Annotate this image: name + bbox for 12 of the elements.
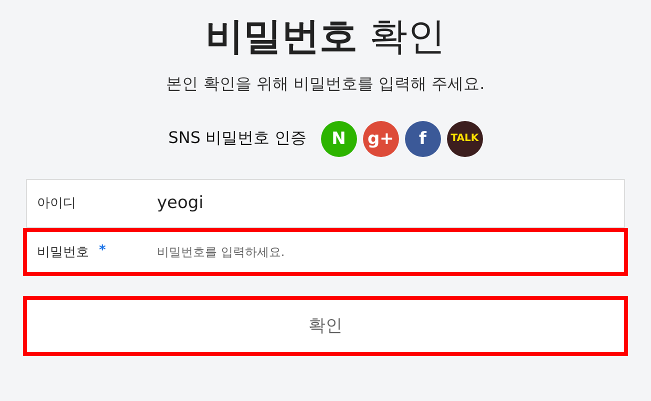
confirm-button[interactable]: 확인 [23, 296, 628, 356]
sns-label: SNS 비밀번호 인증 [168, 128, 307, 150]
required-mark: * [99, 242, 106, 260]
subtitle: 본인 확인을 위해 비밀번호를 입력해 주세요. [166, 74, 485, 95]
field-label: 비밀번호 [37, 244, 89, 261]
sns-login-button[interactable]: g+ [362, 120, 399, 157]
page-title: 비밀번호 확인 [205, 14, 446, 60]
form-field[interactable]: 아이디 yeogi [26, 178, 625, 228]
sns-login-button[interactable]: f [404, 120, 441, 157]
sns-login-button[interactable]: TALK [446, 120, 483, 157]
field-label: 아이디 [37, 195, 76, 212]
form-field[interactable]: 비밀번호 * 비밀번호를 입력하세요. [23, 228, 628, 276]
